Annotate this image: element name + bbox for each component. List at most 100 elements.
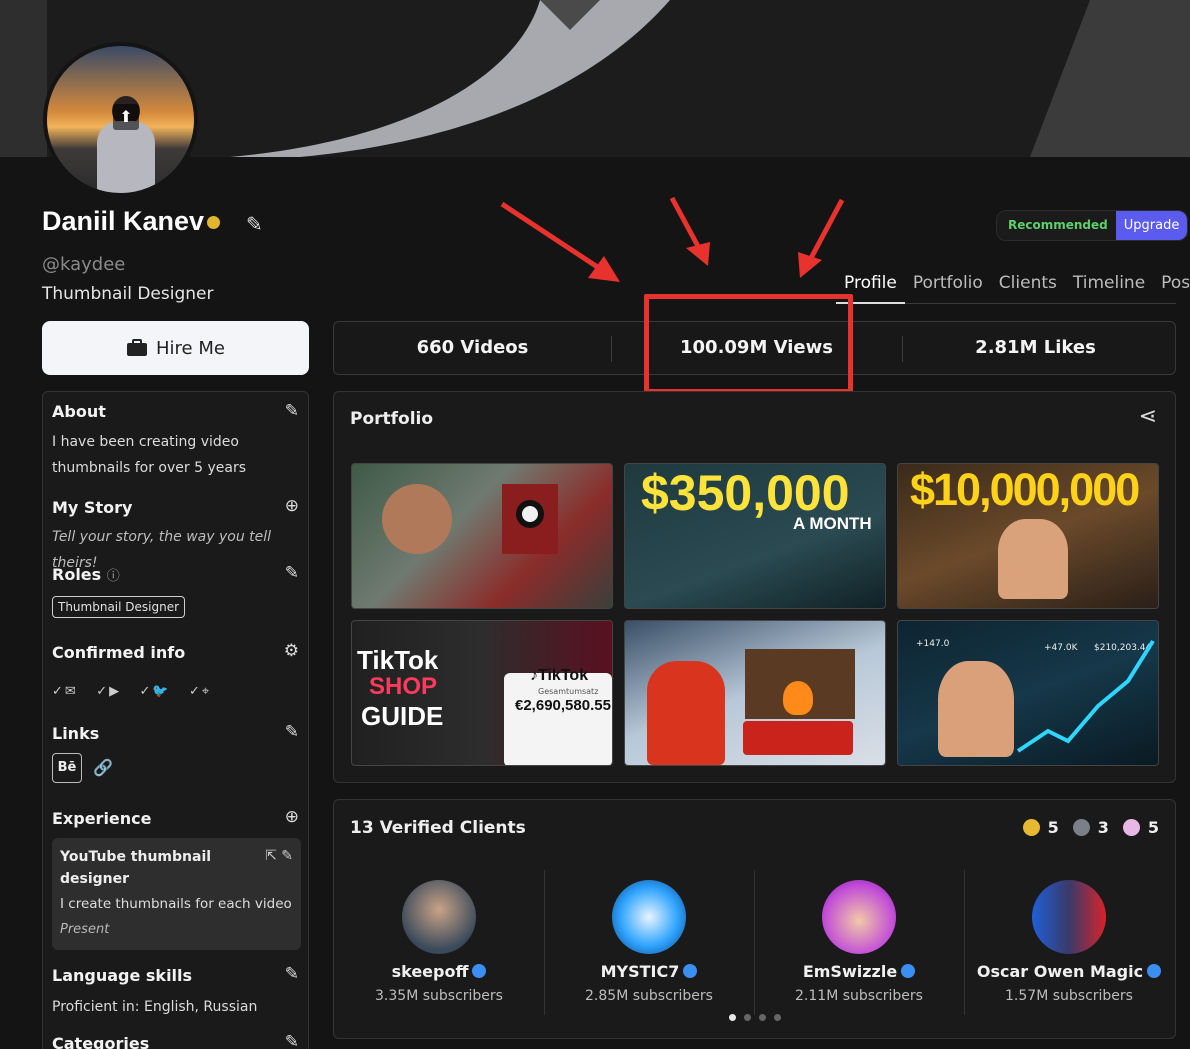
share-icon[interactable]: ⋖	[1139, 404, 1157, 429]
experience-description: I create thumbnails for each video	[60, 896, 292, 912]
tab-timeline[interactable]: Timeline	[1065, 270, 1153, 303]
youtube-confirmed-icon: ✓▶	[96, 684, 122, 699]
thumb-6-growth-line	[1016, 639, 1155, 753]
thumb-4-brand: ♪TikTok	[530, 667, 589, 684]
thumb-face	[382, 484, 452, 554]
thumb-3-amount: $10,000,000	[910, 464, 1140, 515]
thumb-2-subtitle: A MONTH	[793, 514, 872, 533]
thumb-4-line-1: TikTok	[357, 645, 439, 675]
experience-date: Present	[60, 922, 110, 937]
thumb-4-total: €2,690,580.55	[515, 697, 611, 714]
verified-clients-panel: 13 Verified Clients 5 3 5 skeepoff 3.35M…	[333, 799, 1176, 1039]
portfolio-thumb-4[interactable]: TikTok SHOP GUIDE ♪TikTok Gesamtumsatz €…	[351, 620, 613, 766]
add-story-plus-icon[interactable]: ⊕	[285, 496, 299, 516]
client-name: Oscar Owen Magic	[964, 962, 1174, 981]
add-experience-plus-icon[interactable]: ⊕	[285, 807, 299, 827]
edit-experience-pencil-icon[interactable]: ✎	[281, 848, 293, 864]
client-avatar	[612, 880, 686, 954]
portfolio-thumb-1[interactable]	[351, 463, 613, 609]
profile-title: Thumbnail Designer	[42, 284, 214, 304]
confirmed-info-heading: Confirmed info	[52, 643, 186, 662]
edit-name-pencil-icon[interactable]: ✎	[246, 212, 263, 236]
plan-pill: Recommended Upgrade	[996, 210, 1189, 241]
profile-tabs: Profile Portfolio Clients Timeline Posts	[836, 270, 1190, 304]
pink-tier-badge: 5	[1122, 818, 1159, 837]
carousel-dot[interactable]	[744, 1014, 751, 1021]
experience-actions: ⇱ ✎	[265, 848, 293, 864]
carousel-dot[interactable]	[759, 1014, 766, 1021]
edit-language-pencil-icon[interactable]: ✎	[285, 964, 299, 984]
external-link-icon[interactable]: ⇱	[265, 848, 277, 864]
client-card[interactable]: skeepoff 3.35M subscribers	[334, 870, 544, 1010]
email-confirmed-icon: ✓✉	[52, 684, 78, 699]
stat-divider	[611, 336, 612, 362]
behance-link-icon[interactable]: Bē	[52, 753, 82, 783]
experience-title: YouTube thumbnail designer	[60, 849, 212, 887]
client-card[interactable]: EmSwizzle 2.11M subscribers	[754, 870, 964, 1010]
profile-name: Daniil Kanev	[42, 206, 221, 237]
portfolio-thumb-2[interactable]: $350,000 A MONTH	[624, 463, 886, 609]
client-subscribers: 2.11M subscribers	[795, 988, 923, 1004]
client-card[interactable]: MYSTIC7 2.85M subscribers	[544, 870, 754, 1010]
portfolio-title: Portfolio	[350, 409, 434, 429]
verified-check-icon	[901, 964, 916, 978]
client-subscribers: 3.35M subscribers	[375, 988, 503, 1004]
hire-me-label: Hire Me	[156, 337, 225, 359]
help-circle-icon[interactable]: ⓘ	[107, 569, 120, 584]
thumb-face	[998, 519, 1068, 599]
twitter-confirmed-icon: ✓🐦	[139, 684, 171, 699]
annotation-highlight-box	[644, 294, 853, 394]
client-avatar	[1032, 880, 1106, 954]
pink-badge-icon	[1122, 819, 1140, 836]
verified-badge-icon	[207, 216, 221, 230]
thumb-sleeping-bag	[743, 721, 853, 755]
carousel-dot[interactable]	[729, 1014, 736, 1021]
carousel-dot[interactable]	[774, 1014, 781, 1021]
experience-card[interactable]: YouTube thumbnail designer ⇱ ✎ I create …	[52, 838, 301, 950]
language-text: Proficient in: English, Russian	[52, 999, 258, 1015]
pink-count: 5	[1147, 818, 1159, 837]
edit-categories-pencil-icon[interactable]: ✎	[285, 1032, 299, 1049]
client-card[interactable]: Oscar Owen Magic 1.57M subscribers	[964, 870, 1174, 1010]
radiation-icon	[516, 500, 544, 528]
categories-heading: Categories	[52, 1034, 150, 1049]
hire-me-button[interactable]: Hire Me	[42, 321, 309, 375]
edit-links-pencil-icon[interactable]: ✎	[285, 722, 299, 742]
profile-sidebar: About ✎ I have been creating video thumb…	[42, 391, 309, 1049]
stat-videos: 660 Videos	[416, 337, 529, 358]
experience-heading: Experience	[52, 809, 152, 828]
avatar[interactable]: ⬆	[43, 42, 198, 197]
edit-about-pencil-icon[interactable]: ✎	[285, 401, 299, 421]
portfolio-panel: Portfolio ⋖ $350,000 A MONTH $10,000,000…	[333, 391, 1176, 783]
settings-gear-icon[interactable]: ⚙	[284, 641, 299, 661]
location-confirmed-icon: ✓⌖	[189, 684, 212, 699]
portfolio-thumb-5[interactable]	[624, 620, 886, 766]
verified-check-icon	[1147, 964, 1162, 978]
about-heading: About	[52, 402, 106, 421]
client-avatar	[822, 880, 896, 954]
gold-badge-icon	[1022, 819, 1040, 836]
recommended-label: Recommended	[997, 211, 1116, 240]
portfolio-thumb-3[interactable]: $10,000,000	[897, 463, 1159, 609]
roles-heading: Roles ⓘ	[52, 565, 120, 584]
banner-right-panel	[1030, 0, 1190, 157]
thumb-4-caption: Gesamtumsatz	[538, 687, 599, 696]
links-heading: Links	[52, 724, 100, 743]
client-avatar	[402, 880, 476, 954]
client-tier-badges: 5 3 5	[1022, 818, 1159, 837]
silver-badge-icon	[1072, 819, 1090, 836]
fire-icon	[783, 681, 813, 715]
tab-portfolio[interactable]: Portfolio	[905, 270, 991, 303]
upload-icon[interactable]: ⬆	[113, 104, 139, 130]
tab-posts[interactable]: Posts	[1153, 270, 1190, 303]
thumb-4-line-2: SHOP	[369, 673, 438, 700]
silver-tier-badge: 3	[1072, 818, 1109, 837]
profile-handle: @kaydee	[42, 254, 126, 275]
upgrade-button[interactable]: Upgrade	[1115, 211, 1188, 240]
portfolio-thumb-6[interactable]: +147.0 +47.0K $210,203.44	[897, 620, 1159, 766]
edit-roles-pencil-icon[interactable]: ✎	[285, 563, 299, 583]
tab-clients[interactable]: Clients	[991, 270, 1065, 303]
client-name: EmSwizzle	[754, 962, 964, 981]
verified-check-icon	[472, 964, 487, 978]
chain-link-icon[interactable]: 🔗	[93, 758, 113, 777]
